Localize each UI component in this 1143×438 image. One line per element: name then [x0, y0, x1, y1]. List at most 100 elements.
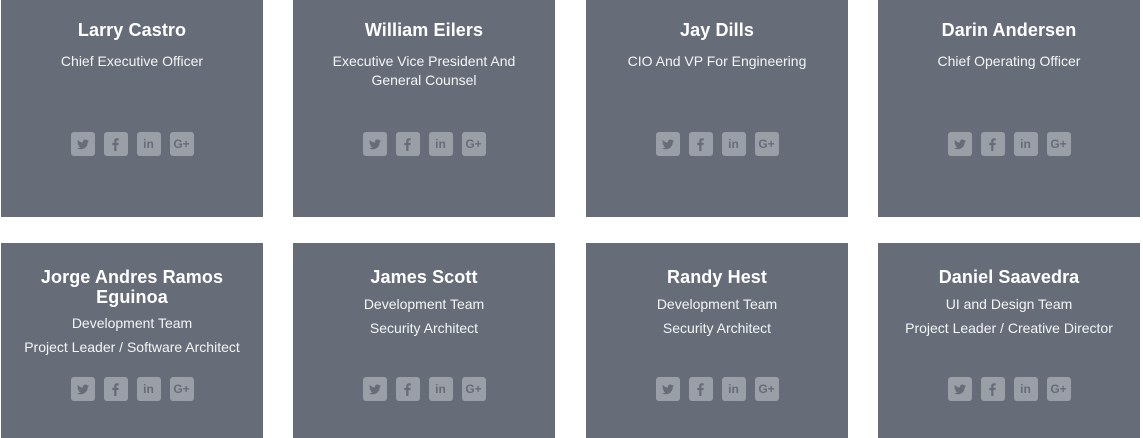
- linkedin-icon: in: [1020, 137, 1031, 151]
- member-role: Project Leader / Software Architect: [24, 339, 240, 355]
- google-plus-icon: G+: [465, 137, 482, 151]
- member-roles: CIO And VP For Engineering: [592, 52, 842, 71]
- team-card: Randy Hest Development Team Security Arc…: [586, 243, 848, 438]
- member-role: CIO And VP For Engineering: [627, 53, 807, 69]
- google-plus-link[interactable]: G+: [169, 132, 194, 156]
- social-links: in G+: [878, 132, 1140, 156]
- facebook-link[interactable]: [103, 132, 128, 156]
- member-role: UI and Design Team: [945, 296, 1073, 312]
- facebook-link[interactable]: [103, 377, 128, 401]
- linkedin-icon: in: [143, 137, 154, 151]
- twitter-link[interactable]: [947, 377, 972, 401]
- linkedin-link[interactable]: in: [721, 377, 746, 401]
- google-plus-link[interactable]: G+: [1046, 377, 1071, 401]
- social-links: in G+: [293, 132, 555, 156]
- linkedin-icon: in: [1020, 382, 1031, 396]
- linkedin-icon: in: [728, 137, 739, 151]
- member-roles: Development Team Security Architect: [592, 295, 842, 338]
- member-role: Development Team: [71, 315, 193, 331]
- member-role: Chief Operating Officer: [937, 53, 1081, 69]
- facebook-link[interactable]: [980, 132, 1005, 156]
- google-plus-link[interactable]: G+: [461, 377, 486, 401]
- member-name: Daniel Saavedra: [938, 267, 1080, 287]
- linkedin-link[interactable]: in: [1013, 132, 1038, 156]
- member-roles: Chief Operating Officer: [884, 52, 1134, 71]
- linkedin-icon: in: [435, 382, 446, 396]
- linkedin-icon: in: [728, 382, 739, 396]
- google-plus-link[interactable]: G+: [754, 377, 779, 401]
- linkedin-link[interactable]: in: [721, 132, 746, 156]
- member-name: Jorge Andres Ramos Eguinoa: [40, 267, 224, 307]
- linkedin-link[interactable]: in: [1013, 377, 1038, 401]
- google-plus-icon: G+: [173, 382, 190, 396]
- facebook-icon: [404, 382, 411, 396]
- member-name: Jay Dills: [680, 20, 754, 40]
- member-name: Darin Andersen: [941, 20, 1077, 40]
- team-card: Jay Dills CIO And VP For Engineering in …: [586, 0, 848, 217]
- linkedin-link[interactable]: in: [136, 132, 161, 156]
- twitter-icon: [953, 384, 966, 395]
- member-role: Development Team: [363, 296, 485, 312]
- twitter-link[interactable]: [655, 132, 680, 156]
- member-name: James Scott: [370, 267, 478, 287]
- twitter-icon: [661, 384, 674, 395]
- facebook-link[interactable]: [688, 377, 713, 401]
- google-plus-icon: G+: [465, 382, 482, 396]
- member-name: Randy Hest: [666, 267, 768, 287]
- social-links: in G+: [293, 377, 555, 401]
- twitter-link[interactable]: [362, 377, 387, 401]
- google-plus-link[interactable]: G+: [169, 377, 194, 401]
- member-roles: Development Team Security Architect: [299, 295, 549, 338]
- social-links: in G+: [878, 377, 1140, 401]
- member-role: Development Team: [656, 296, 778, 312]
- member-role: Executive Vice President And General Cou…: [332, 53, 516, 88]
- member-roles: UI and Design Team Project Leader / Crea…: [884, 295, 1134, 338]
- social-links: in G+: [586, 132, 848, 156]
- twitter-icon: [76, 139, 89, 150]
- member-name: Larry Castro: [77, 20, 187, 40]
- team-grid: Larry Castro Chief Executive Officer in …: [0, 0, 1143, 438]
- linkedin-link[interactable]: in: [428, 132, 453, 156]
- facebook-link[interactable]: [395, 377, 420, 401]
- google-plus-icon: G+: [1050, 137, 1067, 151]
- team-card: Jorge Andres Ramos Eguinoa Development T…: [1, 243, 263, 438]
- google-plus-icon: G+: [1050, 382, 1067, 396]
- team-card: William Eilers Executive Vice President …: [293, 0, 555, 217]
- twitter-link[interactable]: [655, 377, 680, 401]
- social-links: in G+: [1, 377, 263, 401]
- google-plus-icon: G+: [173, 137, 190, 151]
- twitter-link[interactable]: [362, 132, 387, 156]
- team-card: James Scott Development Team Security Ar…: [293, 243, 555, 438]
- social-links: in G+: [1, 132, 263, 156]
- facebook-icon: [112, 382, 119, 396]
- facebook-icon: [697, 382, 704, 396]
- google-plus-icon: G+: [758, 382, 775, 396]
- linkedin-link[interactable]: in: [428, 377, 453, 401]
- member-roles: Executive Vice President And General Cou…: [323, 52, 525, 90]
- linkedin-icon: in: [435, 137, 446, 151]
- member-role: Project Leader / Creative Director: [905, 320, 1113, 336]
- google-plus-link[interactable]: G+: [1046, 132, 1071, 156]
- member-roles: Development Team Project Leader / Softwa…: [7, 314, 257, 357]
- google-plus-link[interactable]: G+: [754, 132, 779, 156]
- member-role: Security Architect: [662, 320, 772, 336]
- facebook-icon: [697, 137, 704, 151]
- team-card: Daniel Saavedra UI and Design Team Proje…: [878, 243, 1140, 438]
- member-role: Chief Executive Officer: [60, 53, 204, 69]
- twitter-icon: [76, 384, 89, 395]
- member-role: Security Architect: [369, 320, 479, 336]
- team-card: Larry Castro Chief Executive Officer in …: [1, 0, 263, 217]
- twitter-link[interactable]: [947, 132, 972, 156]
- facebook-link[interactable]: [395, 132, 420, 156]
- twitter-link[interactable]: [70, 132, 95, 156]
- linkedin-icon: in: [143, 382, 154, 396]
- linkedin-link[interactable]: in: [136, 377, 161, 401]
- google-plus-link[interactable]: G+: [461, 132, 486, 156]
- member-name: William Eilers: [364, 20, 484, 40]
- facebook-link[interactable]: [980, 377, 1005, 401]
- facebook-link[interactable]: [688, 132, 713, 156]
- team-card: Darin Andersen Chief Operating Officer i…: [878, 0, 1140, 217]
- facebook-icon: [989, 382, 996, 396]
- twitter-link[interactable]: [70, 377, 95, 401]
- facebook-icon: [112, 137, 119, 151]
